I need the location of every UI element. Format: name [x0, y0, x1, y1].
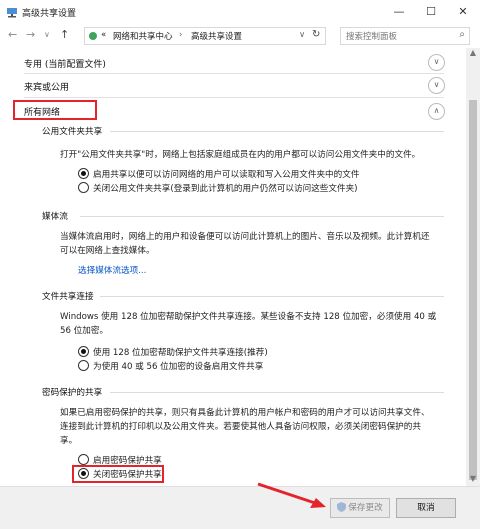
search-icon[interactable]: ⌕: [459, 29, 465, 40]
media-streaming-heading: 媒体流: [42, 212, 68, 222]
radio-disable-public-sharing[interactable]: 关闭公用文件夹共享(登录到此计算机的用户仍然可以访问这些文件夹): [78, 182, 358, 194]
radio-button[interactable]: [78, 454, 89, 465]
forward-arrow-icon[interactable]: →: [26, 28, 35, 41]
divider: [80, 216, 444, 217]
profile-all-networks-label[interactable]: 所有网络: [24, 105, 60, 118]
settings-content: 专用 (当前配置文件) ∨ 来宾或公用 ∨ 所有网络 ∧ 公用文件夹共享 打开"…: [0, 48, 466, 486]
scroll-up-icon[interactable]: ▲: [466, 48, 480, 62]
profile-private-label[interactable]: 专用 (当前配置文件): [24, 57, 106, 70]
divider: [100, 296, 444, 297]
chevron-down-icon[interactable]: ∨: [428, 77, 445, 94]
breadcrumb-network-center[interactable]: 网络和共享中心: [113, 30, 173, 42]
radio-button[interactable]: [78, 168, 89, 179]
address-row: ← → ∨ ↑ « 网络和共享中心 › 高级共享设置 ∨ ↻ 搜索控制面板 ⌕: [0, 24, 480, 49]
back-arrow-icon[interactable]: ←: [8, 28, 17, 41]
refresh-icon[interactable]: ↻: [312, 29, 320, 40]
password-description-line1: 如果已启用密码保护的共享，则只有具备此计算机的用户帐户和密码的用户才可以访问共享…: [60, 408, 430, 418]
radio-button[interactable]: [78, 360, 89, 371]
divider: [110, 131, 444, 132]
radio-button[interactable]: [78, 182, 89, 193]
cancel-button[interactable]: 取消: [396, 498, 456, 518]
save-changes-button[interactable]: 保存更改: [330, 498, 390, 518]
maximize-button[interactable]: ☐: [416, 2, 446, 22]
history-chevron-icon[interactable]: ∨: [44, 30, 50, 39]
radio-enable-public-sharing[interactable]: 启用共享以便可以访问网络的用户可以读取和写入公用文件夹中的文件: [78, 168, 359, 180]
chevron-up-icon[interactable]: ∧: [428, 103, 445, 120]
breadcrumb-separator: ›: [179, 30, 183, 40]
uac-shield-icon: [337, 502, 347, 512]
radio-128bit-encryption[interactable]: 使用 128 位加密帮助保护文件共享连接(推荐): [78, 346, 268, 358]
divider: [24, 73, 444, 74]
breadcrumb-advanced-sharing[interactable]: 高级共享设置: [191, 30, 242, 42]
network-icon: [89, 32, 97, 40]
breadcrumb-overflow[interactable]: «: [101, 30, 106, 40]
media-description-line1: 当媒体流启用时，网络上的用户和设备便可以访问此计算机上的图片、音乐以及视频。此计…: [60, 232, 430, 242]
file-sharing-description-line1: Windows 使用 128 位加密帮助保护文件共享连接。某些设备不支持 128…: [60, 312, 437, 322]
public-folder-description: 打开"公用文件夹共享"时，网络上包括家庭组成员在内的用户都可以访问公用文件夹中的…: [60, 150, 421, 160]
network-icon: [7, 8, 17, 18]
scrollbar-thumb[interactable]: [469, 100, 477, 480]
scroll-down-icon[interactable]: ▼: [466, 474, 480, 486]
annotation-arrow-icon: [257, 482, 326, 508]
profile-guest-label[interactable]: 来宾或公用: [24, 80, 69, 93]
password-description-line3: 享。: [60, 436, 78, 446]
divider: [24, 97, 444, 98]
close-button[interactable]: ✕: [448, 2, 478, 22]
password-sharing-heading: 密码保护的共享: [42, 388, 103, 398]
radio-button[interactable]: [78, 468, 89, 479]
file-sharing-description-line2: 56 位加密。: [60, 326, 109, 336]
search-input[interactable]: 搜索控制面板 ⌕: [340, 27, 470, 45]
divider: [110, 392, 444, 393]
address-bar[interactable]: « 网络和共享中心 › 高级共享设置 ∨ ↻: [84, 27, 326, 45]
media-streaming-options-link[interactable]: 选择媒体流选项...: [78, 264, 146, 276]
password-description-line2: 连接到此计算机的打印机以及公用文件夹。若要使其他人具备访问权限，必须关闭密码保护…: [60, 422, 421, 432]
media-description-line2: 可以在网络上查找媒体。: [60, 246, 155, 256]
radio-disable-password-sharing[interactable]: 关闭密码保护共享: [78, 468, 162, 480]
chevron-down-icon[interactable]: ∨: [428, 54, 445, 71]
minimize-button[interactable]: —: [384, 2, 414, 22]
search-placeholder: 搜索控制面板: [346, 32, 398, 42]
public-folder-heading: 公用文件夹共享: [42, 127, 103, 137]
address-dropdown-icon[interactable]: ∨: [299, 30, 305, 40]
radio-button[interactable]: [78, 346, 89, 357]
radio-40-56bit-encryption[interactable]: 为使用 40 或 56 位加密的设备启用文件共享: [78, 360, 263, 372]
up-arrow-icon[interactable]: ↑: [60, 28, 69, 41]
title-bar: 高级共享设置 — ☐ ✕: [0, 0, 480, 24]
window-title: 高级共享设置: [22, 9, 77, 19]
file-sharing-heading: 文件共享连接: [42, 292, 94, 302]
